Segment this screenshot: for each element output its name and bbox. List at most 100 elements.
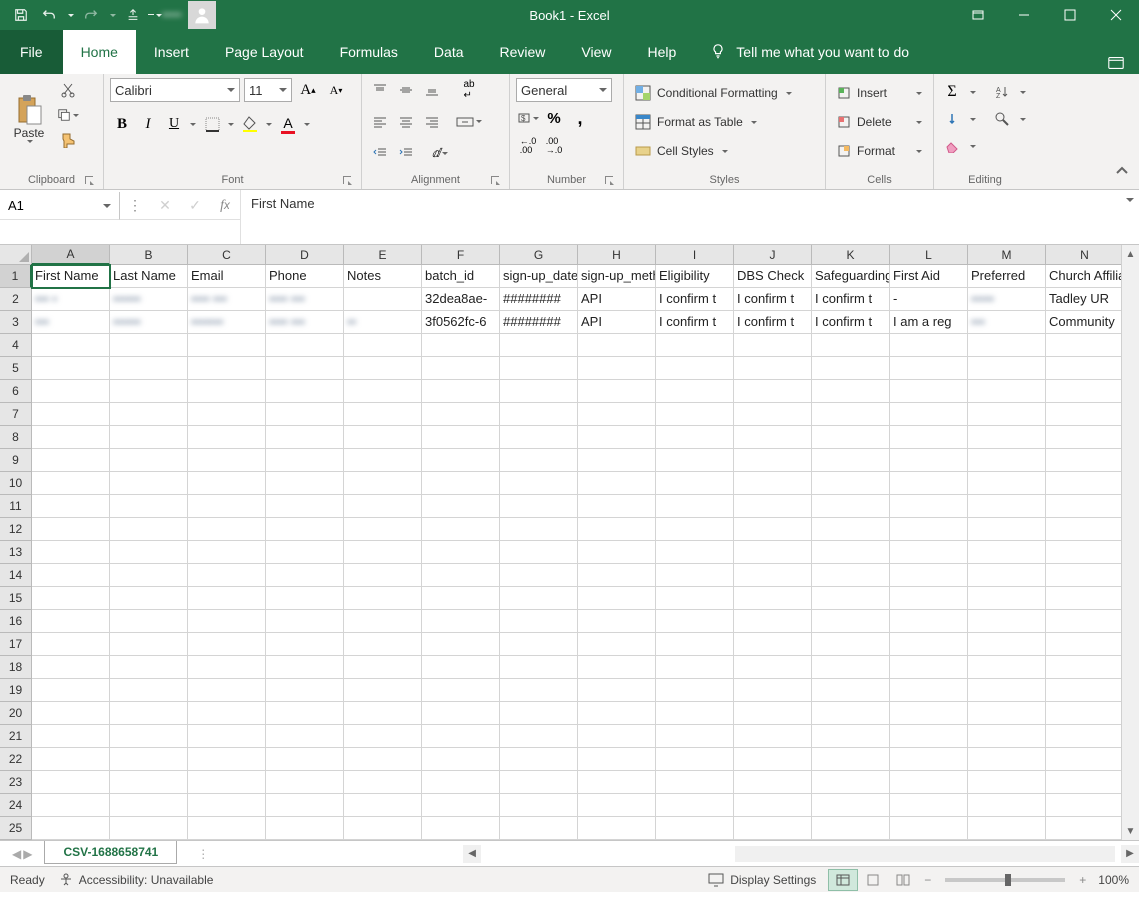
format-cells-button[interactable]: Format: [832, 138, 927, 164]
cell-K10[interactable]: [812, 472, 890, 495]
cell-A4[interactable]: [32, 334, 110, 357]
cell-C21[interactable]: [188, 725, 266, 748]
cell-I1[interactable]: Eligibility: [656, 265, 734, 288]
cell-D9[interactable]: [266, 449, 344, 472]
cell-F25[interactable]: [422, 817, 500, 840]
cell-H14[interactable]: [578, 564, 656, 587]
cell-I3[interactable]: I confirm t: [656, 311, 734, 334]
cell-F21[interactable]: [422, 725, 500, 748]
row-header-7[interactable]: 7: [0, 403, 32, 426]
cell-E24[interactable]: [344, 794, 422, 817]
insert-function-button[interactable]: fx: [210, 192, 240, 220]
cell-F12[interactable]: [422, 518, 500, 541]
cell-A14[interactable]: [32, 564, 110, 587]
cell-B2[interactable]: ▪▪▪▪▪▪: [110, 288, 188, 311]
cell-C14[interactable]: [188, 564, 266, 587]
comma-button[interactable]: ,: [568, 106, 592, 130]
tab-data[interactable]: Data: [416, 30, 482, 74]
cell-G17[interactable]: [500, 633, 578, 656]
cell-F4[interactable]: [422, 334, 500, 357]
cell-K22[interactable]: [812, 748, 890, 771]
cells-container[interactable]: First NameLast NameEmailPhoneNotesbatch_…: [32, 265, 1121, 840]
cell-N19[interactable]: [1046, 679, 1124, 702]
cell-L15[interactable]: [890, 587, 968, 610]
cell-I8[interactable]: [656, 426, 734, 449]
row-header-12[interactable]: 12: [0, 518, 32, 541]
cell-L8[interactable]: [890, 426, 968, 449]
cell-F6[interactable]: [422, 380, 500, 403]
cell-D23[interactable]: [266, 771, 344, 794]
page-break-view-button[interactable]: [888, 869, 918, 891]
cell-D6[interactable]: [266, 380, 344, 403]
cell-C9[interactable]: [188, 449, 266, 472]
find-select-button[interactable]: [990, 107, 1014, 131]
cell-J22[interactable]: [734, 748, 812, 771]
cell-M12[interactable]: [968, 518, 1046, 541]
ribbon-display-button[interactable]: [955, 0, 1001, 30]
cell-H5[interactable]: [578, 357, 656, 380]
cell-B1[interactable]: Last Name: [110, 265, 188, 288]
formula-input[interactable]: First Name: [240, 190, 1117, 244]
cell-L14[interactable]: [890, 564, 968, 587]
cell-L5[interactable]: [890, 357, 968, 380]
tab-help[interactable]: Help: [630, 30, 695, 74]
cell-D13[interactable]: [266, 541, 344, 564]
cell-K16[interactable]: [812, 610, 890, 633]
cell-B19[interactable]: [110, 679, 188, 702]
column-header-C[interactable]: C: [188, 245, 266, 265]
column-header-D[interactable]: D: [266, 245, 344, 265]
cell-D19[interactable]: [266, 679, 344, 702]
cell-C7[interactable]: [188, 403, 266, 426]
cell-A17[interactable]: [32, 633, 110, 656]
cell-J6[interactable]: [734, 380, 812, 403]
redo-dropdown[interactable]: [106, 2, 118, 28]
qat-customize[interactable]: [148, 2, 162, 28]
cell-B21[interactable]: [110, 725, 188, 748]
cell-E19[interactable]: [344, 679, 422, 702]
cell-H6[interactable]: [578, 380, 656, 403]
cell-F7[interactable]: [422, 403, 500, 426]
row-header-19[interactable]: 19: [0, 679, 32, 702]
cell-E21[interactable]: [344, 725, 422, 748]
row-header-21[interactable]: 21: [0, 725, 32, 748]
cell-L24[interactable]: [890, 794, 968, 817]
cell-B6[interactable]: [110, 380, 188, 403]
cell-N18[interactable]: [1046, 656, 1124, 679]
row-header-16[interactable]: 16: [0, 610, 32, 633]
cell-N17[interactable]: [1046, 633, 1124, 656]
row-header-3[interactable]: 3: [0, 311, 32, 334]
cell-L22[interactable]: [890, 748, 968, 771]
cell-K17[interactable]: [812, 633, 890, 656]
cell-A16[interactable]: [32, 610, 110, 633]
conditional-formatting-button[interactable]: Conditional Formatting: [630, 80, 819, 106]
cell-A2[interactable]: ▪▪▪ ▪: [32, 288, 110, 311]
cell-F2[interactable]: 32dea8ae-: [422, 288, 500, 311]
cell-M22[interactable]: [968, 748, 1046, 771]
cell-L23[interactable]: [890, 771, 968, 794]
column-header-G[interactable]: G: [500, 245, 578, 265]
cell-M5[interactable]: [968, 357, 1046, 380]
cell-D10[interactable]: [266, 472, 344, 495]
cell-M8[interactable]: [968, 426, 1046, 449]
increase-font-button[interactable]: A▴: [296, 78, 320, 102]
cell-C11[interactable]: [188, 495, 266, 518]
cell-D2[interactable]: ▪▪▪▪ ▪▪▪: [266, 288, 344, 311]
minimize-button[interactable]: [1001, 0, 1047, 30]
cell-E11[interactable]: [344, 495, 422, 518]
cell-I15[interactable]: [656, 587, 734, 610]
column-header-F[interactable]: F: [422, 245, 500, 265]
cell-L21[interactable]: [890, 725, 968, 748]
cell-J21[interactable]: [734, 725, 812, 748]
accounting-format-button[interactable]: $: [516, 106, 540, 130]
autosum-button[interactable]: Σ: [940, 80, 964, 104]
column-header-I[interactable]: I: [656, 245, 734, 265]
cell-F10[interactable]: [422, 472, 500, 495]
cell-J16[interactable]: [734, 610, 812, 633]
column-header-N[interactable]: N: [1046, 245, 1124, 265]
cell-L20[interactable]: [890, 702, 968, 725]
cell-D1[interactable]: Phone: [266, 265, 344, 288]
cell-L12[interactable]: [890, 518, 968, 541]
merge-center-button[interactable]: [454, 110, 484, 134]
cell-A12[interactable]: [32, 518, 110, 541]
cell-C4[interactable]: [188, 334, 266, 357]
